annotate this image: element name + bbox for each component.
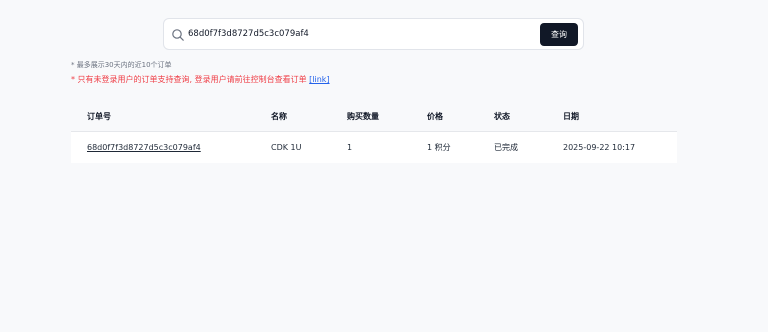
- column-header-order-no: 订单号: [71, 101, 255, 132]
- column-header-price: 价格: [411, 101, 478, 132]
- cell-status: 已完成: [478, 131, 547, 163]
- search-icon: [172, 29, 184, 41]
- login-warning: * 只有未登录用户的订单支持查询, 登录用户请前往控制台查看订单 [link]: [71, 74, 330, 85]
- cell-order-no: 68d0f7f3d8727d5c3c079af4: [71, 131, 255, 163]
- cell-quantity: 1: [331, 131, 411, 163]
- order-query-page: 查询 * 最多展示30天内的近10个订单 * 只有未登录用户的订单支持查询, 登…: [0, 0, 768, 332]
- column-header-quantity: 购买数量: [331, 101, 411, 132]
- column-header-name: 名称: [255, 101, 331, 132]
- order-search-input[interactable]: [188, 25, 538, 43]
- column-header-date: 日期: [547, 101, 677, 132]
- table-header-row: 订单号 名称 购买数量 价格 状态 日期: [71, 101, 677, 132]
- orders-table: 订单号 名称 购买数量 价格 状态 日期 68d0f7f3d8727d5c3c0…: [71, 101, 677, 163]
- search-button[interactable]: 查询: [540, 23, 578, 46]
- cell-name: CDK 1U: [255, 131, 331, 163]
- search-bar: 查询: [163, 18, 584, 50]
- column-header-status: 状态: [478, 101, 547, 132]
- order-number-link[interactable]: 68d0f7f3d8727d5c3c079af4: [87, 143, 201, 152]
- console-link[interactable]: [link]: [309, 75, 329, 84]
- cell-date: 2025-09-22 10:17: [547, 131, 677, 163]
- recent-orders-note: * 最多展示30天内的近10个订单: [71, 61, 172, 69]
- login-warning-text: * 只有未登录用户的订单支持查询, 登录用户请前往控制台查看订单: [71, 75, 310, 84]
- cell-price: 1 积分: [411, 131, 478, 163]
- table-row: 68d0f7f3d8727d5c3c079af4 CDK 1U 1 1 积分 已…: [71, 131, 677, 163]
